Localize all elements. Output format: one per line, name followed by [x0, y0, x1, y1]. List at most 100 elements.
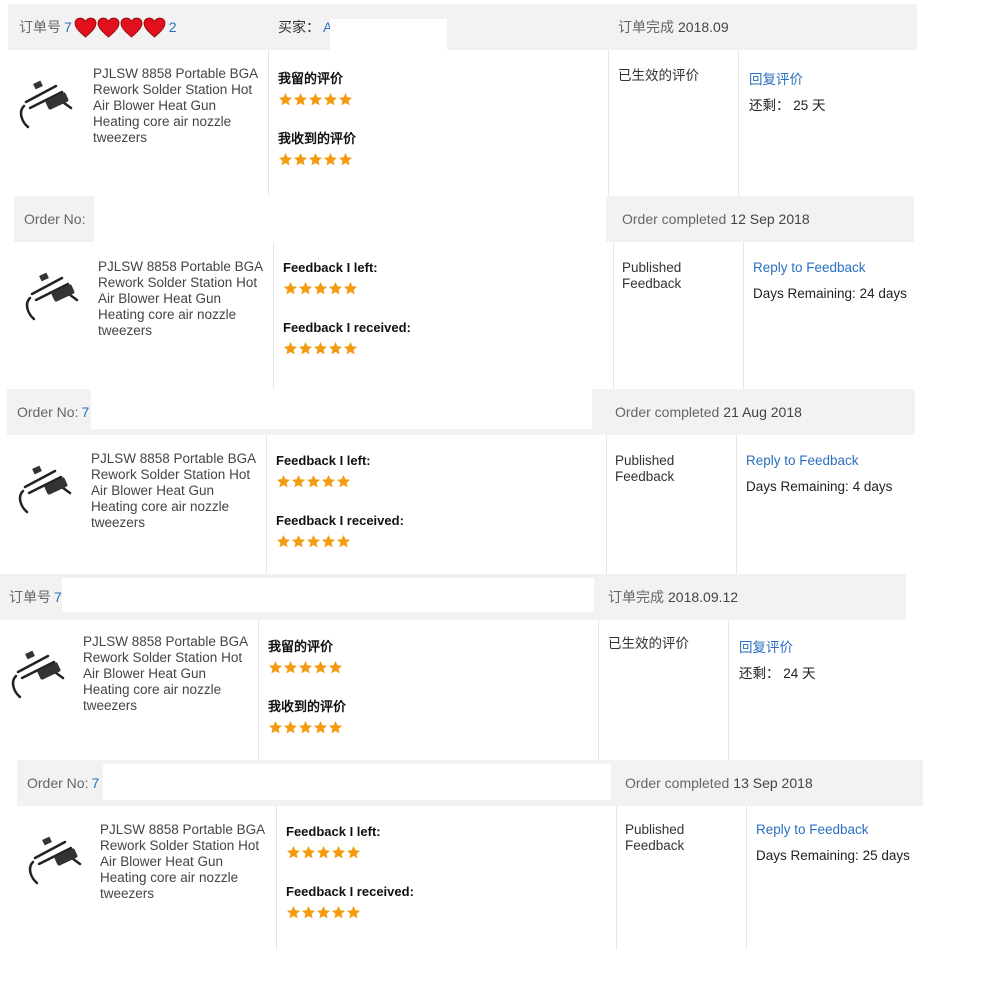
product-thumbnail[interactable]	[22, 264, 84, 322]
order-completed-label: Order completed	[615, 404, 720, 420]
order-header: 订单号 7 订单完成 2018.09.12	[0, 574, 906, 620]
days-remaining-label: 还剩：	[739, 666, 780, 681]
product-name-line: tweezers	[100, 886, 155, 901]
days-remaining-label: Days Remaining:	[756, 848, 859, 863]
star-icon	[321, 534, 336, 548]
star-icon	[336, 534, 351, 548]
column-divider	[266, 435, 267, 574]
order-number-suffix[interactable]: 2	[169, 19, 177, 35]
star-icon	[298, 281, 313, 295]
star-icon	[323, 92, 338, 106]
star-icon	[268, 720, 283, 734]
star-icon	[286, 905, 301, 919]
star-icon	[301, 845, 316, 859]
order-number-value[interactable]: 7	[81, 404, 89, 420]
star-icon	[276, 534, 291, 548]
feedback-received-stars	[278, 152, 353, 167]
feedback-received-stars	[276, 534, 351, 549]
order-number: Order No: 7	[27, 760, 99, 806]
redaction-box	[94, 196, 606, 242]
star-icon	[298, 720, 313, 734]
column-divider	[276, 806, 277, 950]
star-icon	[283, 660, 298, 674]
column-divider	[273, 242, 274, 389]
reply-to-feedback-link[interactable]: Reply to Feedback	[756, 822, 869, 837]
days-remaining-label: Days Remaining:	[753, 286, 856, 301]
product-thumbnail[interactable]	[15, 457, 77, 515]
order-completed-label: 订单完成	[608, 589, 664, 605]
reply-to-feedback-link[interactable]: Reply to Feedback	[753, 260, 866, 275]
product-thumbnail[interactable]	[8, 642, 70, 700]
days-remaining: 还剩： 25 天	[749, 94, 826, 114]
days-remaining: Days Remaining: 24 days	[753, 286, 907, 301]
product-name[interactable]: PJLSW 8858 Portable BGA Rework Solder St…	[83, 634, 255, 714]
order-header: Order No: Order completed 12 Sep 2018	[14, 196, 914, 242]
star-icon	[306, 534, 321, 548]
order-number-label: 订单号	[19, 19, 61, 35]
star-icon	[323, 152, 338, 166]
days-remaining-value: 24 天	[783, 666, 816, 681]
order-number-label: 订单号	[9, 589, 51, 605]
star-icon	[343, 281, 358, 295]
order-number-value[interactable]: 7	[54, 589, 62, 605]
order-completed-date: 2018.09	[678, 19, 729, 35]
order-number-value[interactable]: 7	[64, 19, 72, 35]
product-name-line: Rework Solder Station Hot	[83, 650, 243, 665]
product-name-line: Heating core air nozzle	[83, 682, 222, 697]
feedback-left-stars	[283, 281, 358, 296]
order-card: Order No: Order completed 12 Sep 2018 PJ…	[14, 196, 916, 389]
reply-to-feedback-link[interactable]: 回复评价	[739, 636, 793, 656]
star-icon	[298, 341, 313, 355]
star-icon	[316, 905, 331, 919]
feedback-status: Published Feedback	[615, 453, 675, 484]
product-name-line: PJLSW 8858 Portable BGA	[83, 634, 249, 649]
product-thumbnail[interactable]	[16, 72, 78, 130]
order-completed-label: Order completed	[625, 775, 730, 791]
order-completed: Order completed 13 Sep 2018	[625, 760, 813, 806]
days-remaining-value: 24 days	[859, 286, 907, 301]
product-name-line: Air Blower Heat Gun	[91, 483, 215, 498]
order-number-value[interactable]: 7	[91, 775, 99, 791]
star-icon	[283, 720, 298, 734]
star-icon	[313, 660, 328, 674]
order-header: 订单号 7 2 买家： A 订单完成 2018.09	[8, 4, 917, 50]
feedback-received-label: 我收到的评价	[268, 699, 347, 714]
column-divider	[268, 50, 269, 196]
order-body: PJLSW 8858 Portable BGA Rework Solder St…	[8, 50, 917, 196]
days-remaining-label: 还剩：	[749, 98, 790, 113]
product-name-line: Rework Solder Station Hot	[93, 82, 253, 97]
feedback-received-label: Feedback I received:	[276, 513, 404, 528]
feedback-received-label: 我收到的评价	[278, 131, 357, 146]
product-name-line: Air Blower Heat Gun	[98, 291, 222, 306]
star-icon	[306, 474, 321, 488]
star-icon	[328, 660, 343, 674]
feedback-received-stars	[283, 341, 358, 356]
order-body: PJLSW 8858 Portable BGA Rework Solder St…	[0, 620, 906, 760]
star-icon	[286, 845, 301, 859]
product-name[interactable]: PJLSW 8858 Portable BGA Rework Solder St…	[100, 822, 272, 902]
star-icon	[331, 905, 346, 919]
order-completed: Order completed 12 Sep 2018	[622, 196, 810, 242]
star-icon	[291, 534, 306, 548]
reply-to-feedback-link[interactable]: 回复评价	[749, 68, 803, 88]
order-card: 订单号 7 订单完成 2018.09.12 PJLSW 8858 Portabl…	[0, 574, 908, 760]
product-name[interactable]: PJLSW 8858 Portable BGA Rework Solder St…	[93, 66, 265, 146]
product-name[interactable]: PJLSW 8858 Portable BGA Rework Solder St…	[91, 451, 263, 531]
column-divider	[746, 806, 747, 950]
order-number-label: Order No:	[17, 404, 79, 420]
order-completed-label: Order completed	[622, 211, 727, 227]
days-remaining: Days Remaining: 25 days	[756, 848, 910, 863]
star-icon	[301, 905, 316, 919]
column-divider	[606, 435, 607, 574]
feedback-left-label: 我留的评价	[268, 639, 334, 654]
reply-to-feedback-link[interactable]: Reply to Feedback	[746, 453, 859, 468]
order-number: 订单号 7 2	[19, 4, 177, 50]
star-icon	[331, 845, 346, 859]
product-name[interactable]: PJLSW 8858 Portable BGA Rework Solder St…	[98, 259, 270, 339]
product-name-line: PJLSW 8858 Portable BGA	[93, 66, 259, 81]
order-header: Order No: 7 Order completed 13 Sep 2018	[17, 760, 923, 806]
product-thumbnail[interactable]	[25, 828, 87, 886]
star-icon	[313, 341, 328, 355]
product-name-line: Rework Solder Station Hot	[91, 467, 251, 482]
product-name-line: tweezers	[83, 698, 138, 713]
